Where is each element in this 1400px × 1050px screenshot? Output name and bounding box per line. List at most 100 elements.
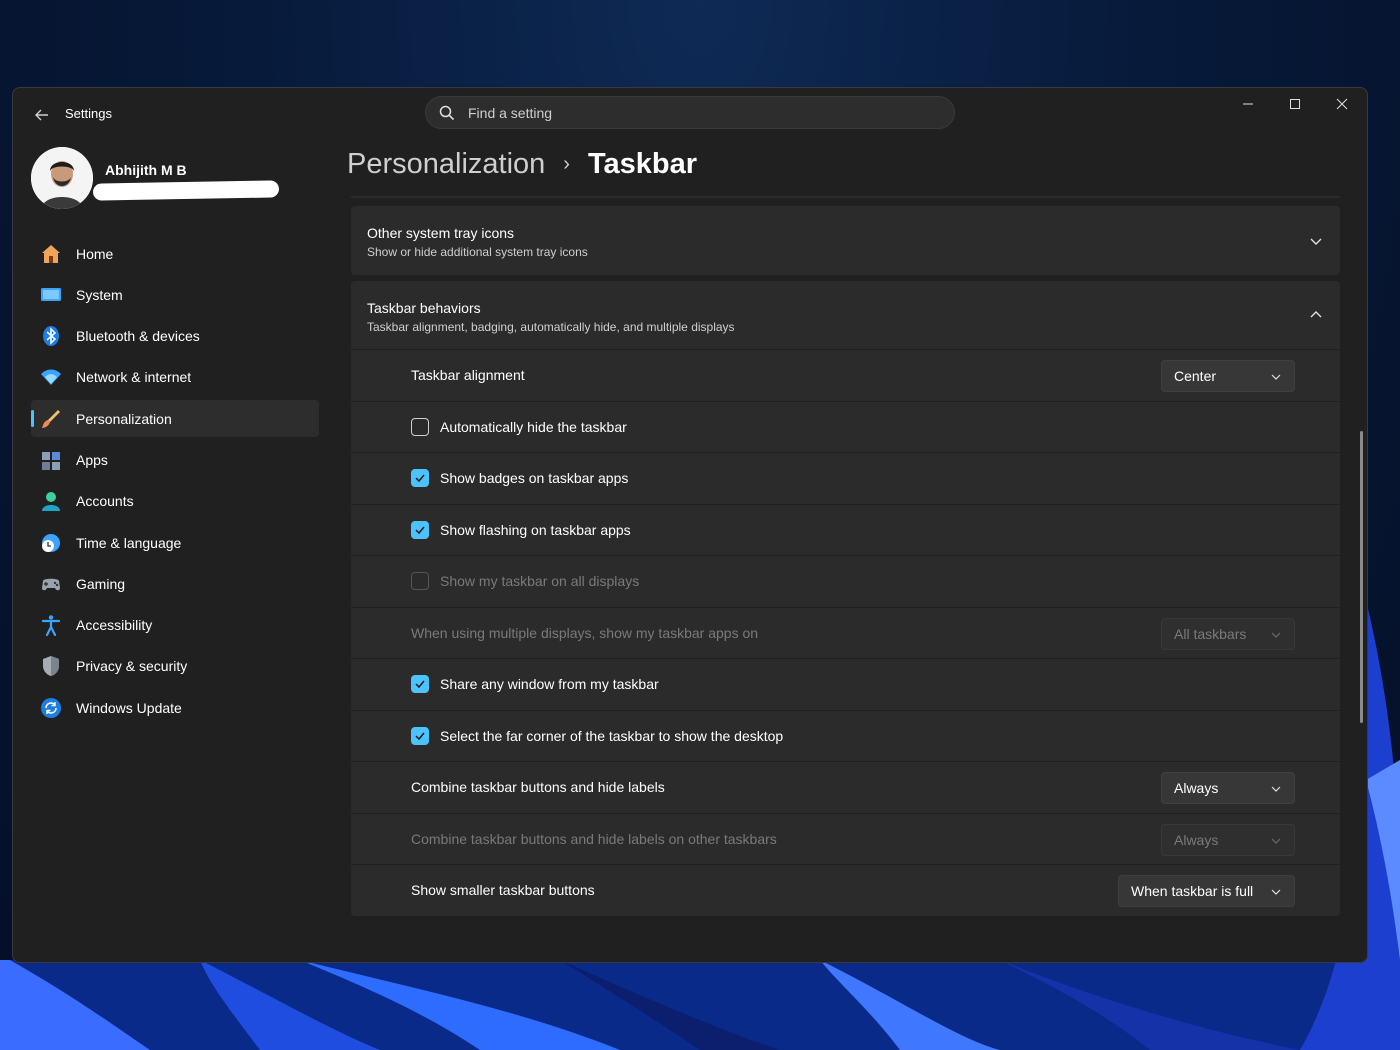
checkbox-unchecked[interactable] bbox=[411, 417, 429, 436]
sidebar-item-system[interactable]: System bbox=[31, 276, 319, 313]
sidebar-item-label: Gaming bbox=[76, 575, 126, 592]
maximize-icon bbox=[1289, 99, 1300, 109]
breadcrumb: Personalization › Taskbar bbox=[347, 148, 697, 181]
share-window-checkbox[interactable]: Share any window from my taskbar bbox=[411, 659, 659, 710]
sidebar-item-windows-update[interactable]: Windows Update bbox=[31, 689, 319, 726]
back-button[interactable] bbox=[27, 102, 57, 128]
sidebar-item-label: Privacy & security bbox=[76, 658, 188, 675]
checkmark-icon bbox=[415, 680, 425, 689]
minimize-icon bbox=[1242, 103, 1253, 105]
checkbox-checked[interactable] bbox=[411, 675, 429, 694]
chevron-down-icon bbox=[1271, 786, 1281, 792]
taskbar-behaviors-settings: Taskbar alignment Center Automatically h… bbox=[351, 349, 1340, 916]
sidebar-item-privacy[interactable]: Privacy & security bbox=[31, 648, 319, 685]
taskbar-alignment-dropdown[interactable]: Center bbox=[1161, 360, 1295, 392]
other-tray-icons-card[interactable]: Other system tray icons Show or hide add… bbox=[351, 206, 1340, 275]
sidebar-item-gaming[interactable]: Gaming bbox=[31, 565, 319, 602]
dropdown-value: All taskbars bbox=[1174, 625, 1247, 642]
sidebar-item-accessibility[interactable]: Accessibility bbox=[31, 607, 319, 644]
setting-label: When using multiple displays, show my ta… bbox=[411, 624, 759, 641]
redacted-email bbox=[92, 180, 280, 201]
close-icon bbox=[1336, 98, 1347, 110]
dropdown-value: Always bbox=[1174, 831, 1219, 848]
sidebar-item-label: System bbox=[76, 286, 123, 303]
checkbox-checked[interactable] bbox=[411, 726, 429, 745]
checkbox-checked[interactable] bbox=[411, 469, 429, 488]
far-corner-checkbox[interactable]: Select the far corner of the taskbar to … bbox=[411, 711, 783, 762]
setting-label: Show smaller taskbar buttons bbox=[411, 882, 595, 899]
settings-window: Settings Abhijith M B Home System bbox=[12, 87, 1368, 963]
sidebar-item-home[interactable]: Home bbox=[31, 235, 319, 272]
checkmark-icon bbox=[415, 732, 425, 740]
setting-row: Share any window from my taskbar bbox=[351, 658, 1340, 710]
badges-checkbox[interactable]: Show badges on taskbar apps bbox=[411, 453, 628, 504]
setting-row: Show my taskbar on all displays bbox=[351, 555, 1340, 607]
setting-row: Automatically hide the taskbar bbox=[351, 400, 1340, 453]
sidebar-item-label: Bluetooth & devices bbox=[76, 328, 200, 345]
chevron-down-icon bbox=[1271, 632, 1281, 638]
refresh-icon bbox=[41, 697, 61, 718]
checkbox-checked[interactable] bbox=[411, 520, 429, 539]
setting-label: Combine taskbar buttons and hide labels … bbox=[411, 830, 777, 847]
wifi-icon bbox=[41, 369, 61, 386]
gamepad-icon bbox=[42, 578, 60, 591]
shield-icon bbox=[43, 656, 59, 677]
checkbox-label: Show badges on taskbar apps bbox=[440, 470, 629, 487]
setting-label: Taskbar alignment bbox=[411, 367, 525, 384]
chevron-up-icon[interactable] bbox=[1308, 307, 1324, 323]
clock-globe-icon bbox=[42, 533, 60, 552]
maximize-button[interactable] bbox=[1271, 88, 1318, 120]
monitor-icon bbox=[41, 287, 61, 301]
taskbar-behaviors-header[interactable]: Taskbar behaviors Taskbar alignment, bad… bbox=[351, 281, 1340, 349]
checkmark-icon bbox=[415, 474, 425, 483]
paintbrush-icon bbox=[42, 409, 60, 428]
dropdown-value: Always bbox=[1174, 780, 1219, 796]
setting-row: When using multiple displays, show my ta… bbox=[351, 606, 1340, 658]
setting-row: Combine taskbar buttons and hide labels … bbox=[351, 812, 1340, 864]
checkbox-unchecked bbox=[411, 572, 429, 591]
scrollbar[interactable] bbox=[1360, 431, 1363, 723]
setting-row: Taskbar alignment Center bbox=[351, 349, 1340, 401]
auto-hide-checkbox[interactable]: Automatically hide the taskbar bbox=[411, 402, 627, 453]
checkbox-label: Show flashing on taskbar apps bbox=[440, 521, 631, 538]
dropdown-value: When taskbar is full bbox=[1131, 883, 1254, 899]
search-icon bbox=[439, 105, 455, 120]
combine-buttons-dropdown[interactable]: Always bbox=[1161, 772, 1295, 804]
chevron-down-icon[interactable] bbox=[1308, 233, 1324, 249]
checkbox-label: Select the far corner of the taskbar to … bbox=[440, 727, 784, 744]
multi-display-dropdown: All taskbars bbox=[1161, 617, 1295, 650]
chevron-right-icon: › bbox=[563, 153, 570, 175]
smaller-buttons-dropdown[interactable]: When taskbar is full bbox=[1118, 875, 1295, 907]
card-subtitle: Taskbar alignment, badging, automaticall… bbox=[367, 320, 735, 334]
bluetooth-icon bbox=[43, 326, 59, 347]
chevron-down-icon bbox=[1271, 838, 1281, 844]
sidebar-item-personalization[interactable]: Personalization bbox=[31, 400, 319, 438]
chevron-down-icon bbox=[1271, 374, 1281, 380]
sidebar-item-label: Windows Update bbox=[76, 699, 182, 716]
sidebar-item-time-language[interactable]: Time & language bbox=[31, 524, 319, 561]
minimize-button[interactable] bbox=[1224, 88, 1271, 120]
page-title: Taskbar bbox=[587, 148, 698, 180]
sidebar-item-label: Home bbox=[76, 245, 114, 262]
app-title: Settings bbox=[65, 106, 112, 121]
setting-row: Show badges on taskbar apps bbox=[351, 452, 1340, 504]
sidebar-item-network[interactable]: Network & internet bbox=[31, 359, 319, 396]
sidebar-item-apps[interactable]: Apps bbox=[31, 441, 319, 478]
card-subtitle: Show or hide additional system tray icon… bbox=[367, 245, 588, 259]
setting-row: Select the far corner of the taskbar to … bbox=[351, 709, 1340, 762]
sidebar-item-label: Apps bbox=[76, 451, 108, 468]
checkbox-label: Show my taskbar on all displays bbox=[440, 573, 640, 590]
card-title: Taskbar behaviors bbox=[367, 300, 481, 316]
avatar[interactable] bbox=[31, 147, 93, 209]
flashing-checkbox[interactable]: Show flashing on taskbar apps bbox=[411, 505, 631, 556]
setting-row: Show smaller taskbar buttons When taskba… bbox=[351, 864, 1340, 916]
previous-card-edge bbox=[351, 196, 1340, 198]
checkmark-icon bbox=[415, 526, 425, 534]
search-box[interactable] bbox=[425, 96, 955, 129]
breadcrumb-parent[interactable]: Personalization bbox=[347, 148, 545, 181]
sidebar-item-accounts[interactable]: Accounts bbox=[31, 483, 319, 520]
sidebar-item-bluetooth[interactable]: Bluetooth & devices bbox=[31, 318, 319, 355]
search-input[interactable] bbox=[466, 103, 910, 122]
combine-other-dropdown: Always bbox=[1161, 823, 1295, 856]
close-button[interactable] bbox=[1318, 88, 1365, 120]
